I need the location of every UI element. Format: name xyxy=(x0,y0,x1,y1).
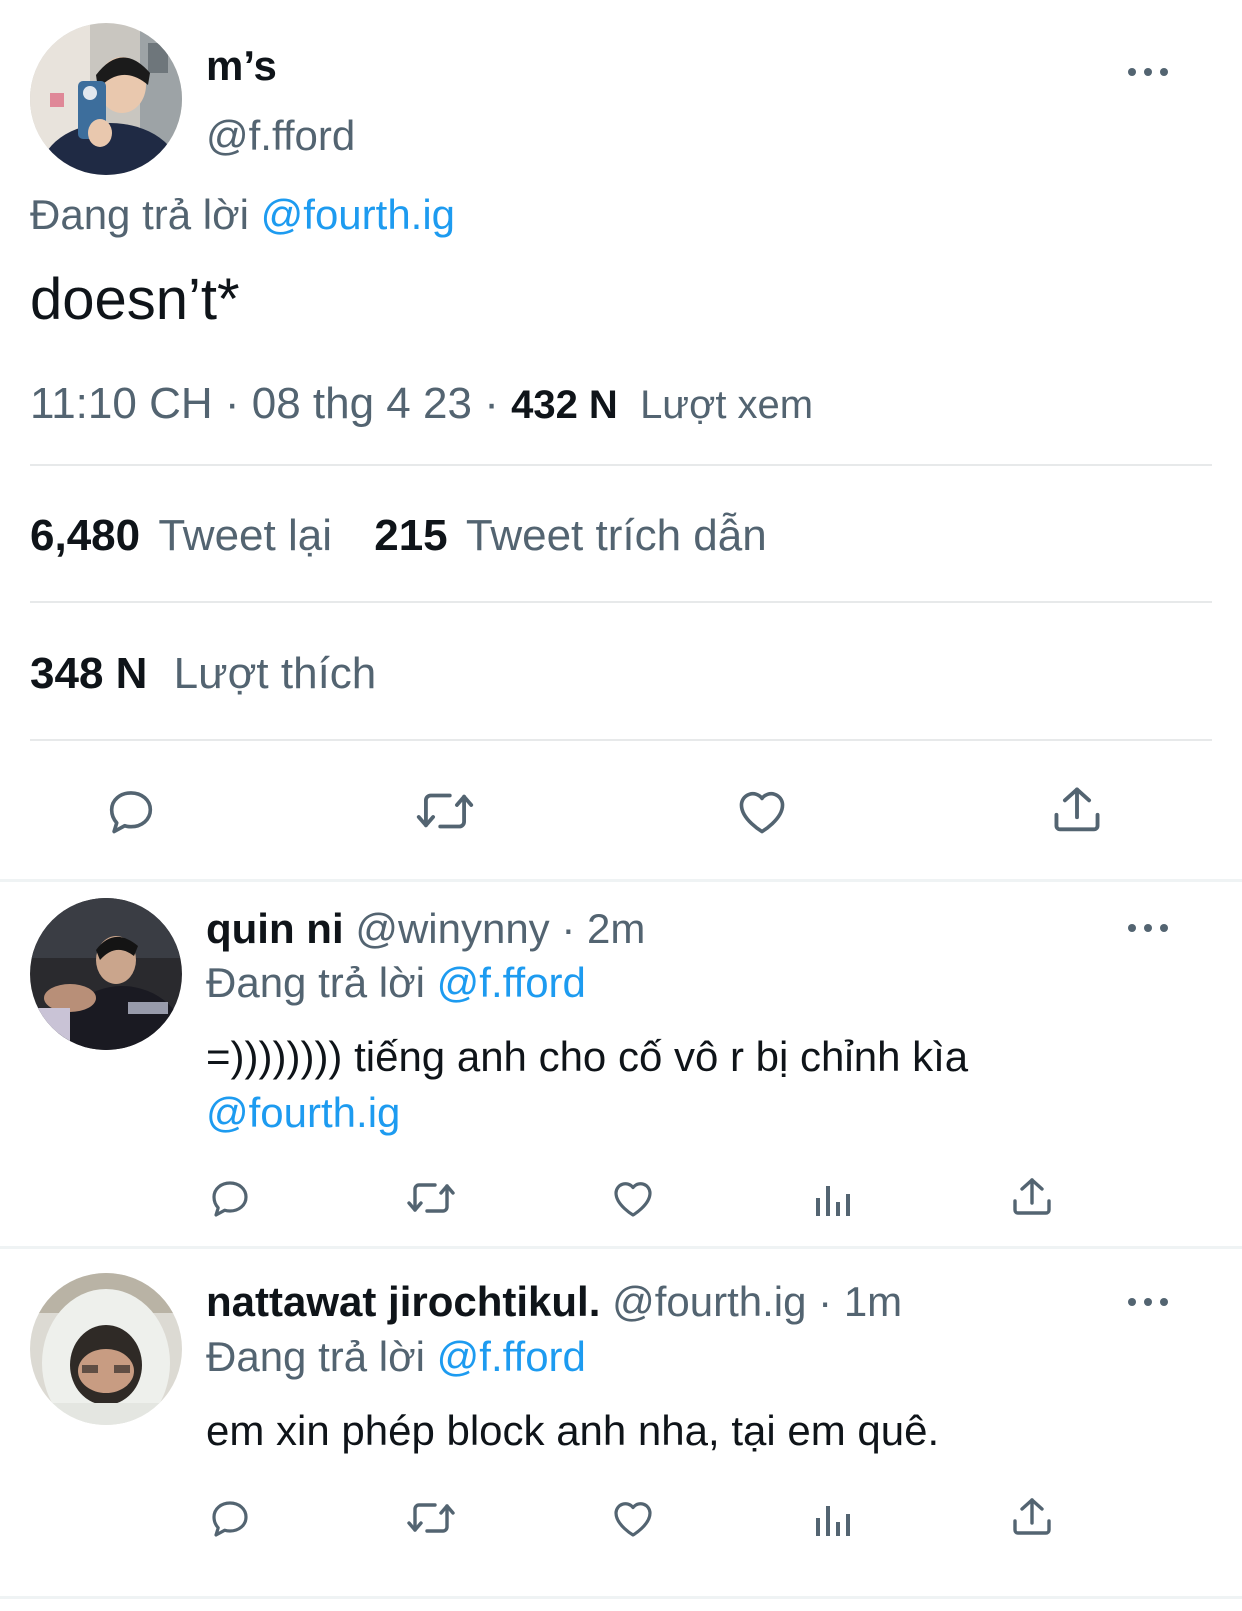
replying-to-link[interactable]: @fourth.ig xyxy=(261,191,455,238)
divider xyxy=(30,739,1212,741)
heart-icon[interactable] xyxy=(608,1494,658,1542)
section-divider xyxy=(0,1246,1242,1249)
retweet-icon[interactable] xyxy=(414,782,476,840)
user-handle[interactable]: @winynny xyxy=(355,905,549,952)
reply-text: =)))))))) tiếng anh cho cố vô r bị chỉnh… xyxy=(206,1033,969,1080)
user-handle[interactable]: @fourth.ig xyxy=(612,1278,806,1325)
replying-to-line: Đang trả lời @f.fford xyxy=(206,958,586,1008)
more-icon[interactable] xyxy=(1128,918,1168,938)
views-icon[interactable] xyxy=(810,1174,858,1222)
heart-icon[interactable] xyxy=(732,782,792,840)
likes-count: 348 N xyxy=(30,649,148,698)
replying-prefix: Đang trả lời xyxy=(30,191,249,238)
replying-to-link[interactable]: @f.fford xyxy=(437,1333,586,1380)
meta-separator: · xyxy=(818,1278,833,1325)
engagement-stats-row: 6,480 Tweet lại 215 Tweet trích dẫn xyxy=(30,508,767,564)
meta-separator: · xyxy=(224,379,240,428)
retweets-count: 6,480 xyxy=(30,511,141,560)
display-name[interactable]: m’s xyxy=(206,42,277,90)
tweet-meta: 11:10 CH · 08 thg 4 23 · 432 N Lượt xem xyxy=(30,378,813,431)
retweet-icon[interactable] xyxy=(404,1174,458,1222)
retweet-icon[interactable] xyxy=(404,1494,458,1542)
reply-icon[interactable] xyxy=(102,782,160,840)
retweets-stat[interactable]: 6,480 Tweet lại xyxy=(30,511,344,560)
tweet-date[interactable]: 08 thg 4 23 xyxy=(252,379,472,428)
more-icon[interactable] xyxy=(1128,1292,1168,1312)
retweets-label: Tweet lại xyxy=(158,511,332,560)
reply-header: quin ni @winynny · 2m xyxy=(206,904,645,954)
share-icon[interactable] xyxy=(1048,780,1106,840)
reply-text: em xin phép block anh nha, tại em quê. xyxy=(206,1407,940,1454)
display-name[interactable]: quin ni xyxy=(206,905,344,952)
replying-prefix: Đang trả lời xyxy=(206,959,425,1006)
section-divider xyxy=(0,1596,1242,1599)
share-icon[interactable] xyxy=(1008,1492,1056,1542)
mention-link[interactable]: @fourth.ig xyxy=(206,1086,400,1140)
quotes-stat[interactable]: 215 Tweet trích dẫn xyxy=(374,511,766,560)
avatar[interactable] xyxy=(30,23,182,175)
reply-header: nattawat jirochtikul. @fourth.ig · 1m xyxy=(206,1277,902,1327)
tweet-time[interactable]: 11:10 CH xyxy=(30,379,213,428)
meta-separator: · xyxy=(561,905,576,952)
reply-age[interactable]: 2m xyxy=(587,905,645,952)
display-name[interactable]: nattawat jirochtikul. xyxy=(206,1278,600,1325)
reply-icon[interactable] xyxy=(206,1494,254,1542)
heart-icon[interactable] xyxy=(608,1174,658,1222)
views-count: 432 N xyxy=(511,383,618,427)
replying-to-link[interactable]: @f.fford xyxy=(437,959,586,1006)
likes-label: Lượt thích xyxy=(173,649,377,698)
avatar[interactable] xyxy=(30,1273,182,1425)
section-divider xyxy=(0,879,1242,882)
more-icon[interactable] xyxy=(1128,62,1168,82)
reply-icon[interactable] xyxy=(206,1174,254,1222)
likes-stat[interactable]: 348 N Lượt thích xyxy=(30,646,376,702)
user-handle[interactable]: @f.fford xyxy=(206,112,355,160)
views-label: Lượt xem xyxy=(640,383,814,427)
replying-to-line: Đang trả lời @f.fford xyxy=(206,1332,586,1382)
replying-to-line: Đang trả lời @fourth.ig xyxy=(30,190,455,240)
quotes-label: Tweet trích dẫn xyxy=(465,511,767,560)
meta-separator: · xyxy=(484,379,499,428)
share-icon[interactable] xyxy=(1008,1172,1056,1222)
divider xyxy=(30,601,1212,603)
reply-age[interactable]: 1m xyxy=(844,1278,902,1325)
views-icon[interactable] xyxy=(810,1494,858,1542)
quotes-count: 215 xyxy=(374,511,448,560)
avatar[interactable] xyxy=(30,898,182,1050)
tweet-text: doesn’t* xyxy=(30,267,240,332)
divider xyxy=(30,464,1212,466)
replying-prefix: Đang trả lời xyxy=(206,1333,425,1380)
